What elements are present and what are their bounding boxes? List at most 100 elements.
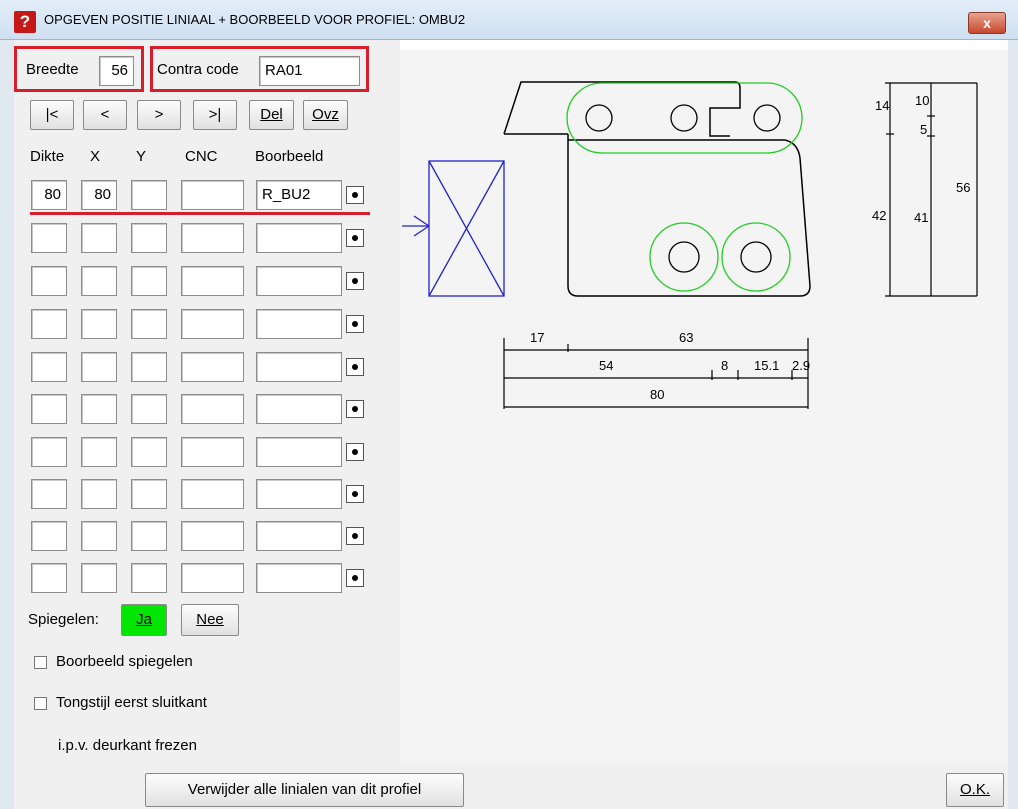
y-input[interactable] (131, 352, 167, 382)
dikte-input[interactable] (31, 479, 67, 509)
boorbeeld-spiegelen-checkbox[interactable] (34, 656, 47, 669)
x-input[interactable] (81, 309, 117, 339)
boorbeeld-select-button[interactable] (346, 315, 364, 333)
boorbeeld-input[interactable]: R_BU2 (256, 180, 342, 210)
title-bar: ? OPGEVEN POSITIE LINIAAL + BOORBEELD VO… (0, 0, 1018, 40)
boorbeeld-select-button[interactable] (346, 229, 364, 247)
row-highlight-underline (30, 212, 370, 215)
y-input[interactable] (131, 180, 167, 210)
boorbeeld-select-button[interactable] (346, 443, 364, 461)
y-input[interactable] (131, 309, 167, 339)
dikte-input[interactable] (31, 563, 67, 593)
dikte-input[interactable] (31, 394, 67, 424)
boorbeeld-select-button[interactable] (346, 400, 364, 418)
cnc-input[interactable] (181, 223, 244, 253)
profile-drawing-area: 14 10 5 56 42 41 17 63 54 8 15.1 2.9 80 (400, 50, 1008, 765)
breedte-input[interactable]: 56 (99, 56, 134, 86)
dikte-input[interactable] (31, 521, 67, 551)
profile-outline (503, 81, 811, 297)
previous-record-button[interactable]: < (83, 100, 127, 130)
y-input[interactable] (131, 223, 167, 253)
boorbeeld-input[interactable] (256, 521, 342, 551)
dikte-input[interactable] (31, 437, 67, 467)
x-input[interactable] (81, 394, 117, 424)
boorbeeld-select-button[interactable] (346, 527, 364, 545)
dim-10: 10 (915, 93, 929, 108)
dikte-input[interactable] (31, 309, 67, 339)
y-input[interactable] (131, 437, 167, 467)
y-input[interactable] (131, 266, 167, 296)
boorbeeld-input[interactable] (256, 309, 342, 339)
dim-17: 17 (530, 330, 544, 345)
cnc-input[interactable] (181, 309, 244, 339)
dim-5: 5 (920, 122, 927, 137)
window-right-border (1008, 40, 1018, 809)
tongstijl-checkbox[interactable] (34, 697, 47, 710)
spiegelen-nee-button[interactable]: Nee (181, 604, 239, 636)
overview-button[interactable]: Ovz (303, 100, 348, 130)
y-input[interactable] (131, 563, 167, 593)
delete-button[interactable]: Del (249, 100, 294, 130)
boorbeeld-select-button[interactable] (346, 485, 364, 503)
dim-2-9: 2.9 (792, 358, 810, 373)
cnc-input[interactable] (181, 180, 244, 210)
y-input[interactable] (131, 394, 167, 424)
cnc-input[interactable] (181, 437, 244, 467)
dikte-input[interactable] (31, 223, 67, 253)
window-title: OPGEVEN POSITIE LINIAAL + BOORBEELD VOOR… (44, 12, 466, 27)
window-left-border (0, 0, 14, 809)
help-question-icon: ? (14, 11, 36, 33)
dim-15-1: 15.1 (754, 358, 779, 373)
boorbeeld-input[interactable] (256, 352, 342, 382)
x-input[interactable] (81, 352, 117, 382)
dim-8: 8 (721, 358, 728, 373)
dim-42: 42 (872, 208, 886, 223)
hole-circles (585, 104, 781, 273)
boorbeeld-input[interactable] (256, 266, 342, 296)
x-input[interactable] (81, 266, 117, 296)
first-record-button[interactable]: |< (30, 100, 74, 130)
cnc-input[interactable] (181, 352, 244, 382)
x-input[interactable] (81, 223, 117, 253)
boorbeeld-input[interactable] (256, 563, 342, 593)
boorbeeld-select-button[interactable] (346, 272, 364, 290)
close-button[interactable]: x (968, 12, 1006, 34)
boorbeeld-input[interactable] (256, 394, 342, 424)
boorbeeld-select-button[interactable] (346, 358, 364, 376)
boorbeeld-select-button[interactable] (346, 569, 364, 587)
dikte-input[interactable]: 80 (31, 180, 67, 210)
last-record-button[interactable]: >| (193, 100, 237, 130)
x-input[interactable] (81, 563, 117, 593)
boorbeeld-input[interactable] (256, 479, 342, 509)
boorbeeld-spiegelen-label: Boorbeeld spiegelen (56, 653, 193, 670)
y-input[interactable] (131, 479, 167, 509)
boorbeeld-input[interactable] (256, 223, 342, 253)
x-input[interactable]: 80 (81, 180, 117, 210)
tongstijl-note: i.p.v. deurkant frezen (58, 737, 197, 754)
boorbeeld-select-button[interactable] (346, 186, 364, 204)
cnc-input[interactable] (181, 479, 244, 509)
dim-63: 63 (679, 330, 693, 345)
dim-56: 56 (956, 180, 970, 195)
cnc-input[interactable] (181, 394, 244, 424)
spiegelen-ja-button[interactable]: Ja (121, 604, 167, 636)
remove-all-rulers-button[interactable]: Verwijder alle linialen van dit profiel (145, 773, 464, 807)
col-header-boorbeeld: Boorbeeld (255, 148, 324, 165)
dikte-input[interactable] (31, 266, 67, 296)
dikte-input[interactable] (31, 352, 67, 382)
next-record-button[interactable]: > (137, 100, 181, 130)
x-input[interactable] (81, 437, 117, 467)
cnc-input[interactable] (181, 563, 244, 593)
boorbeeld-input[interactable] (256, 437, 342, 467)
contra-code-label: Contra code (157, 61, 239, 78)
contra-code-input[interactable]: RA01 (259, 56, 360, 86)
col-header-y: Y (136, 148, 147, 165)
cnc-input[interactable] (181, 266, 244, 296)
y-input[interactable] (131, 521, 167, 551)
cnc-input[interactable] (181, 521, 244, 551)
dim-14: 14 (875, 98, 889, 113)
drill-holes (566, 82, 803, 292)
x-input[interactable] (81, 479, 117, 509)
x-input[interactable] (81, 521, 117, 551)
ok-button[interactable]: O.K. (946, 773, 1004, 807)
